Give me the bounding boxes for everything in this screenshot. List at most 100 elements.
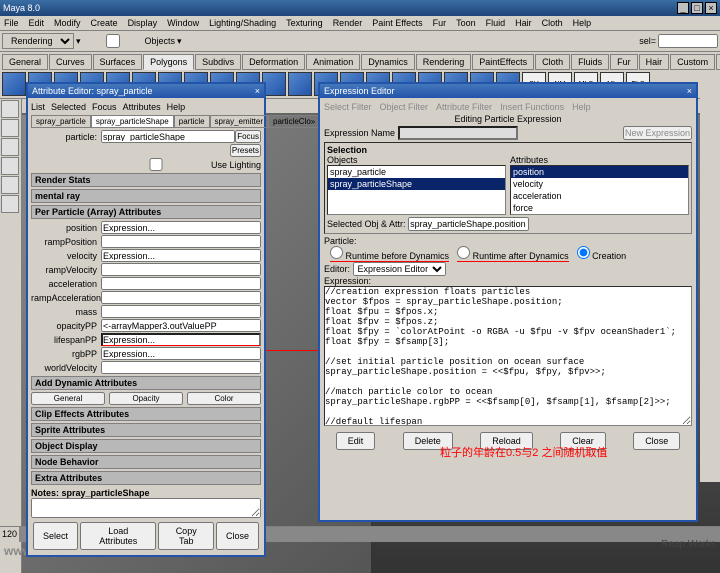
radio-creation[interactable] — [577, 246, 590, 259]
shelf-tab-general[interactable]: General — [2, 54, 48, 70]
list-item[interactable]: force — [511, 202, 688, 214]
color-button[interactable]: Color — [187, 392, 261, 405]
edit-button[interactable]: Edit — [336, 432, 376, 450]
shelf-tab-animation[interactable]: Animation — [306, 54, 360, 70]
scale-tool-icon[interactable] — [1, 176, 19, 194]
mode-select[interactable]: Rendering — [2, 33, 74, 49]
attr-editor-titlebar[interactable]: Attribute Editor: spray_particle × — [28, 84, 264, 98]
menu-hair[interactable]: Hair — [515, 18, 532, 28]
close-icon[interactable]: × — [255, 86, 260, 96]
close-button[interactable]: Close — [216, 522, 259, 550]
list-item[interactable]: velocity — [511, 178, 688, 190]
shelf-tab-custom[interactable]: Custom — [670, 54, 715, 70]
minimize-icon[interactable]: _ — [677, 2, 689, 14]
section-mental-ray[interactable]: mental ray — [31, 189, 261, 203]
attr-menu-list[interactable]: List — [31, 102, 45, 112]
rotate-tool-icon[interactable] — [1, 157, 19, 175]
shelf-icon[interactable] — [2, 72, 26, 96]
copy-tab-button[interactable]: Copy Tab — [158, 522, 214, 550]
shelf-tab-fluids[interactable]: Fluids — [571, 54, 609, 70]
section-add-dynamic[interactable]: Add Dynamic Attributes — [31, 376, 261, 390]
section-per-particle[interactable]: Per Particle (Array) Attributes — [31, 205, 261, 219]
close-button[interactable]: Close — [633, 432, 680, 450]
shelf-tab-dynamics[interactable]: Dynamics — [361, 54, 415, 70]
expr-menu[interactable]: Help — [572, 102, 591, 112]
pp-mass[interactable] — [101, 305, 261, 318]
menu-fur[interactable]: Fur — [433, 18, 447, 28]
use-lighting-checkbox[interactable] — [101, 158, 211, 171]
shelf-tab-subdivs[interactable]: Subdivs — [195, 54, 241, 70]
attr-tab[interactable]: spray_particle — [31, 115, 91, 128]
pp-rampAcceleration[interactable] — [101, 291, 261, 304]
sel-input[interactable] — [658, 34, 718, 48]
menu-help[interactable]: Help — [573, 18, 592, 28]
list-item[interactable]: acceleration — [511, 190, 688, 202]
pp-rampVelocity[interactable] — [101, 263, 261, 276]
shelf-tab-surfaces[interactable]: Surfaces — [93, 54, 143, 70]
select-tool-icon[interactable] — [1, 100, 19, 118]
shelf-tab-fur[interactable]: Fur — [610, 54, 638, 70]
attr-menu-help[interactable]: Help — [167, 102, 186, 112]
expr-menu[interactable]: Select Filter — [324, 102, 372, 112]
pp-worldVelocity[interactable] — [101, 361, 261, 374]
presets-button[interactable]: Presets — [230, 144, 261, 157]
menu-render[interactable]: Render — [333, 18, 363, 28]
section-object-display[interactable]: Object Display — [31, 439, 261, 453]
expression-code[interactable] — [324, 286, 692, 426]
pp-rampPosition[interactable] — [101, 235, 261, 248]
attr-menu-focus[interactable]: Focus — [92, 102, 117, 112]
objects-listbox[interactable]: spray_particlespray_particleShape — [327, 165, 506, 215]
menu-paint effects[interactable]: Paint Effects — [372, 18, 422, 28]
pp-acceleration[interactable] — [101, 277, 261, 290]
menu-display[interactable]: Display — [128, 18, 158, 28]
shelf-tab-hair[interactable]: Hair — [639, 54, 670, 70]
close-icon[interactable]: × — [705, 2, 717, 14]
general-button[interactable]: General — [31, 392, 105, 405]
menu-fluid[interactable]: Fluid — [486, 18, 506, 28]
pp-position[interactable] — [101, 221, 261, 234]
focus-button[interactable]: Focus — [235, 130, 261, 143]
expr-menu[interactable]: Object Filter — [380, 102, 429, 112]
attr-tab[interactable]: spray_emitter — [210, 115, 268, 128]
list-item[interactable]: spray_particle — [328, 166, 505, 178]
menu-window[interactable]: Window — [167, 18, 199, 28]
shelf-tab-xun[interactable]: xun — [716, 54, 720, 70]
notes-field[interactable] — [31, 498, 261, 518]
shelf-tab-curves[interactable]: Curves — [49, 54, 92, 70]
menu-texturing[interactable]: Texturing — [286, 18, 323, 28]
expr-menu[interactable]: Insert Functions — [500, 102, 564, 112]
attr-tab[interactable]: particle — [174, 115, 210, 128]
shelf-tab-polygons[interactable]: Polygons — [143, 54, 194, 70]
section-render-stats[interactable]: Render Stats — [31, 173, 261, 187]
radio-runtime-before-dynamics[interactable] — [330, 246, 343, 259]
editor-select[interactable]: Expression Editor — [353, 262, 446, 276]
pp-rgbPP[interactable] — [101, 347, 261, 360]
close-icon[interactable]: × — [687, 86, 692, 96]
attr-tab[interactable]: spray_particleShape — [91, 115, 174, 128]
selected-obj-field[interactable] — [408, 217, 529, 231]
menu-create[interactable]: Create — [91, 18, 118, 28]
menu-cloth[interactable]: Cloth — [542, 18, 563, 28]
channel-box[interactable] — [700, 82, 720, 482]
attr-menu-attributes[interactable]: Attributes — [123, 102, 161, 112]
menu-modify[interactable]: Modify — [54, 18, 81, 28]
list-item[interactable]: spray_particleShape — [328, 178, 505, 190]
menu-lighting/shading[interactable]: Lighting/Shading — [209, 18, 276, 28]
manip-tool-icon[interactable] — [1, 195, 19, 213]
pp-velocity[interactable] — [101, 249, 261, 262]
attr-tab[interactable]: particleClo» — [268, 115, 320, 128]
shelf-tab-rendering[interactable]: Rendering — [416, 54, 472, 70]
section-node-behavior[interactable]: Node Behavior — [31, 455, 261, 469]
shelf-tab-painteffects[interactable]: PaintEffects — [472, 54, 534, 70]
attrs-listbox[interactable]: positionvelocityaccelerationforceinputFo… — [510, 165, 689, 215]
new-expression-button[interactable]: New Expression — [623, 126, 692, 140]
pp-opacityPP[interactable] — [101, 319, 261, 332]
section-extra[interactable]: Extra Attributes — [31, 471, 261, 485]
load-attributes-button[interactable]: Load Attributes — [80, 522, 156, 550]
maximize-icon[interactable]: □ — [691, 2, 703, 14]
list-item[interactable]: position — [511, 166, 688, 178]
section-sprite[interactable]: Sprite Attributes — [31, 423, 261, 437]
expr-editor-titlebar[interactable]: Expression Editor × — [320, 84, 696, 98]
menu-edit[interactable]: Edit — [29, 18, 45, 28]
attr-menu-selected[interactable]: Selected — [51, 102, 86, 112]
